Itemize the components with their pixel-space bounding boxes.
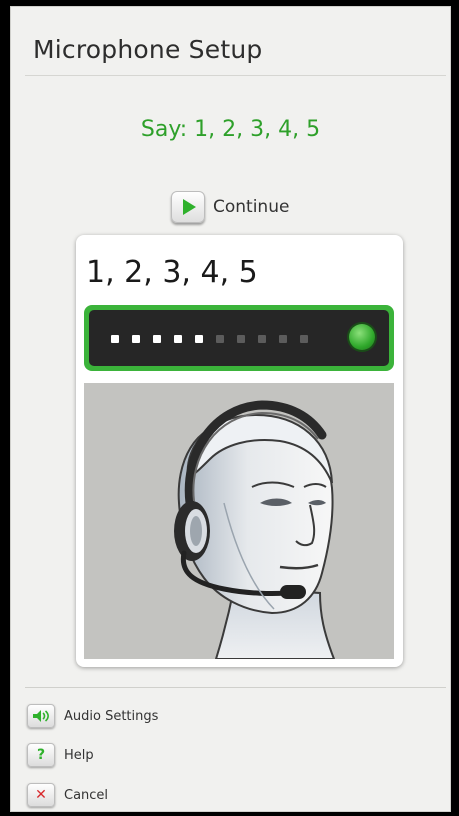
microphone-setup-window: Microphone Setup Say: 1, 2, 3, 4, 5 Cont… [10,6,451,812]
page-title: Microphone Setup [33,35,263,64]
say-prompt: Say: 1, 2, 3, 4, 5 [140,117,321,142]
header-divider [25,75,446,76]
digits-text: 1, 2, 3, 4, 5 [86,255,258,290]
green-status-icon [349,324,375,350]
speaker-icon [27,704,55,728]
question-icon: ? [27,743,55,767]
level-segment [174,335,182,343]
level-meter-track [89,310,389,366]
play-icon [171,191,205,223]
microphone-test-card: 1, 2, 3, 4, 5 [76,235,403,667]
continue-label: Continue [213,197,290,217]
level-segment [300,335,308,343]
help-button[interactable]: ? Help [27,742,94,768]
audio-level-meter [84,305,394,371]
level-segment [195,335,203,343]
level-segment [279,335,287,343]
level-segment [111,335,119,343]
level-segment [153,335,161,343]
level-segment [216,335,224,343]
footer-divider [25,687,446,688]
help-label: Help [64,747,94,763]
audio-settings-label: Audio Settings [64,708,159,724]
audio-settings-button[interactable]: Audio Settings [27,703,158,729]
level-segment [258,335,266,343]
cancel-label: Cancel [64,787,109,803]
cancel-button[interactable]: ✕ Cancel [27,782,108,808]
continue-button[interactable]: Continue [171,187,289,227]
headset-figure [84,383,394,659]
close-icon: ✕ [27,783,55,807]
level-segment [237,335,245,343]
level-segment [132,335,140,343]
